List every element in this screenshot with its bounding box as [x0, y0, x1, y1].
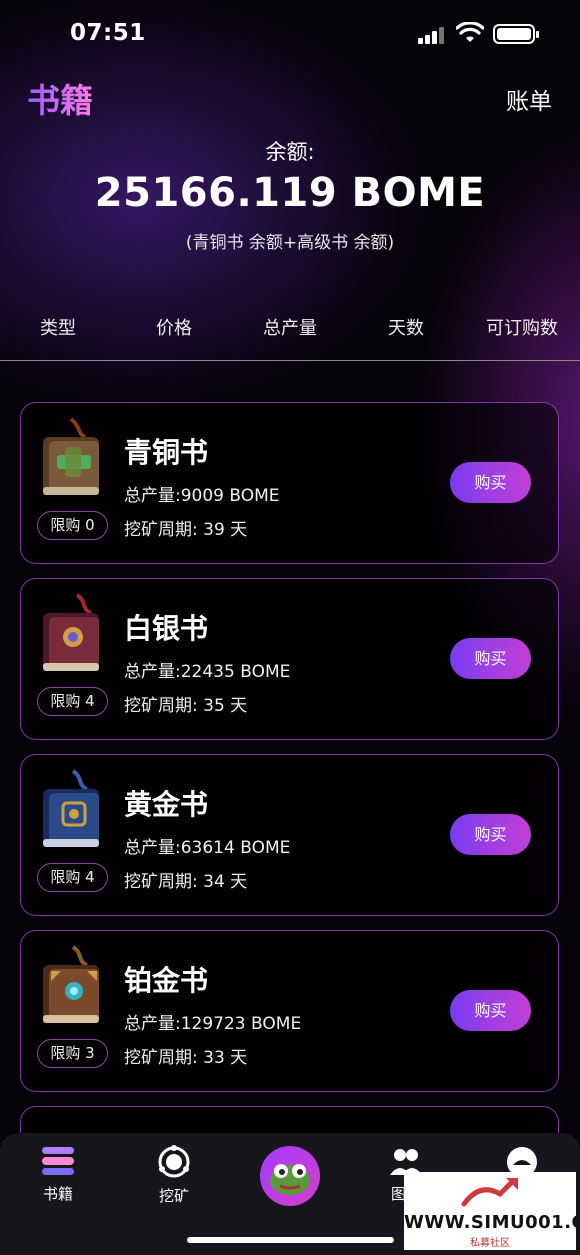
- books-icon: [42, 1147, 74, 1175]
- purchase-limit-badge: 限购 4: [37, 687, 108, 716]
- purchase-limit-badge: 限购 0: [37, 511, 108, 540]
- book-production: 总产量:22435 BOME: [124, 662, 291, 682]
- status-time: 07:51: [70, 20, 146, 46]
- book-card-bronze: 限购 0 青铜书 总产量:9009 BOME 挖矿周期: 39 天 购买: [20, 402, 559, 564]
- book-production: 总产量:63614 BOME: [124, 838, 291, 858]
- book-production: 总产量:9009 BOME: [124, 486, 280, 506]
- book-production: 总产量:129723 BOME: [124, 1014, 302, 1034]
- book-name: 黄金书: [124, 788, 209, 821]
- watermark: WWW.SIMU001.CN 私募社区: [404, 1172, 580, 1250]
- book-mining-cycle: 挖矿周期: 35 天: [124, 696, 248, 716]
- frog-avatar-icon: [270, 1164, 310, 1195]
- gold-book-icon: [43, 769, 99, 847]
- tab-mining[interactable]: 挖矿: [134, 1145, 214, 1206]
- watermark-text: WWW.SIMU001.CN: [404, 1212, 580, 1233]
- buy-button[interactable]: 购买: [450, 814, 531, 855]
- bronze-book-icon: [43, 417, 99, 495]
- balance-note: (青铜书 余额+高级书 余额): [185, 233, 395, 253]
- buy-button[interactable]: 购买: [450, 638, 531, 679]
- purchase-limit-badge: 限购 4: [37, 863, 108, 892]
- silver-book-icon: [43, 593, 99, 671]
- tab-label: 书籍: [42, 1185, 73, 1203]
- column-orderable-count: 可订购数: [486, 318, 558, 339]
- book-name: 铂金书: [124, 964, 209, 997]
- book-mining-cycle: 挖矿周期: 33 天: [124, 1048, 248, 1068]
- book-name: 白银书: [124, 612, 209, 645]
- platinum-book-icon: [43, 945, 99, 1023]
- tab-label: 挖矿: [158, 1187, 189, 1205]
- column-days: 天数: [388, 318, 424, 339]
- book-card-platinum: 限购 3 铂金书 总产量:129723 BOME 挖矿周期: 33 天 购买: [20, 930, 559, 1092]
- home-indicator: [187, 1237, 394, 1243]
- book-mining-cycle: 挖矿周期: 39 天: [124, 520, 248, 540]
- mining-icon: [158, 1145, 190, 1178]
- book-mining-cycle: 挖矿周期: 34 天: [124, 872, 248, 892]
- watermark-logo-icon: [461, 1178, 518, 1207]
- balance-label: 余额:: [265, 140, 315, 164]
- bill-link[interactable]: 账单: [506, 82, 552, 116]
- watermark-subtext: 私募社区: [470, 1238, 510, 1249]
- divider: [0, 360, 580, 361]
- column-headers: 类型 价格 总产量 天数 可订购数: [0, 314, 580, 340]
- battery-icon: [493, 24, 539, 44]
- purchase-limit-badge: 限购 3: [37, 1039, 108, 1068]
- book-card-gold: 限购 4 黄金书 总产量:63614 BOME 挖矿周期: 34 天 购买: [20, 754, 559, 916]
- buy-button[interactable]: 购买: [450, 990, 531, 1031]
- column-price: 价格: [156, 318, 192, 339]
- balance-value: 25166.119 BOME: [94, 170, 486, 216]
- status-bar: 07:51: [0, 0, 580, 70]
- page-title: 书籍: [27, 74, 93, 122]
- column-total-production: 总产量: [263, 318, 317, 339]
- center-action-button[interactable]: [260, 1146, 320, 1206]
- buy-button[interactable]: 购买: [450, 462, 531, 503]
- signal-icon: [418, 26, 446, 44]
- book-name: 青铜书: [124, 436, 209, 469]
- column-type: 类型: [40, 318, 76, 339]
- tab-books[interactable]: 书籍: [18, 1145, 98, 1204]
- wifi-icon: [456, 22, 484, 42]
- book-card-silver: 限购 4 白银书 总产量:22435 BOME 挖矿周期: 35 天 购买: [20, 578, 559, 740]
